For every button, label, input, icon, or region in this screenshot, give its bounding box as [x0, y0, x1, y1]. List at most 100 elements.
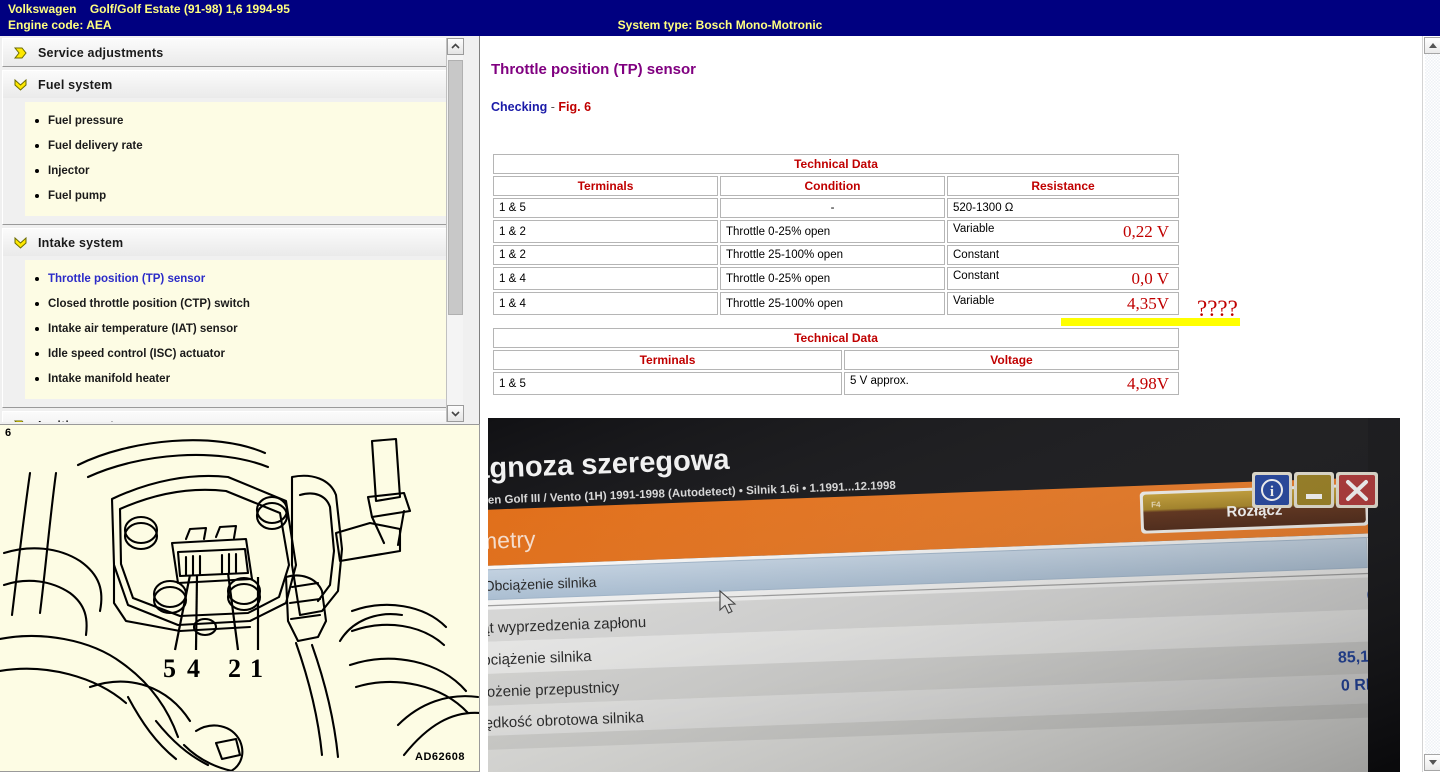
nav-group-ignition-system: Ignition system — [2, 411, 459, 422]
bullet-icon — [35, 143, 39, 148]
scroll-up-button[interactable] — [1424, 37, 1440, 54]
scroll-up-button[interactable] — [447, 38, 464, 55]
sidebar-group-children: Fuel pressure Fuel delivery rate Injecto… — [25, 102, 450, 216]
bullet-icon — [35, 301, 39, 306]
cell-voltage: 5 V approx. 4,98V — [843, 372, 1179, 395]
table-row: 1 & 5 5 V approx. 4,98V — [493, 372, 1179, 395]
cell-terminals: 1 & 4 — [493, 292, 718, 315]
cell-terminals: 1 & 4 — [493, 267, 718, 290]
photo-section-tab: metry — [488, 526, 536, 554]
navigation-panel: Service adjustments Fuel system Fuel pre… — [0, 36, 480, 424]
triangle-down-icon — [1428, 760, 1437, 765]
table-caption: Technical Data — [493, 328, 1179, 348]
figure-index-label: 6 — [5, 427, 12, 439]
cell-terminals: 1 & 2 — [493, 220, 718, 243]
sidebar-group-label: Ignition system — [38, 419, 133, 423]
cell-condition: - — [720, 198, 945, 218]
page-title: Throttle position (TP) sensor — [491, 61, 696, 78]
nav-group-intake-system: Intake system Throttle position (TP) sen… — [2, 228, 459, 408]
nav-group-fuel-system: Fuel system Fuel pressure Fuel delivery … — [2, 70, 459, 225]
application-header: Volkswagen Golf/Golf Estate (91-98) 1,6 … — [0, 0, 1440, 36]
yellow-highlight-mark — [1061, 318, 1240, 326]
cell-measured-value: 0,0 V — [1131, 269, 1169, 288]
column-header-resistance: Resistance — [947, 176, 1179, 196]
pin-label-1: 1 — [250, 654, 263, 683]
figure-link[interactable]: Fig. 6 — [558, 100, 591, 114]
sidebar-item-label: Intake manifold heater — [48, 372, 171, 385]
document-view: Throttle position (TP) sensor Checking -… — [481, 36, 1422, 772]
column-header-voltage: Voltage — [843, 350, 1179, 370]
scrollbar-thumb[interactable] — [448, 60, 463, 315]
cell-terminals: 1 & 5 — [493, 198, 718, 218]
sidebar-item-fuel-pump[interactable]: Fuel pump — [25, 183, 450, 208]
sidebar-group-service-adjustments[interactable]: Service adjustments — [3, 39, 458, 66]
pin-label-2: 2 — [228, 654, 241, 683]
vehicle-make-model: Volkswagen Golf/Golf Estate (91-98) 1,6 … — [8, 2, 290, 17]
cell-spec-value: Constant — [953, 270, 1000, 282]
technical-data-table-resistance: Technical Data Terminals Condition Resis… — [491, 152, 1181, 317]
cell-resistance: Variable 0,22 V — [947, 220, 1179, 243]
sidebar-group-fuel-system[interactable]: Fuel system — [3, 71, 458, 98]
sidebar-item-closed-throttle-position-switch[interactable]: Closed throttle position (CTP) switch — [25, 291, 450, 316]
sidebar-item-label: Idle speed control (ISC) actuator — [48, 347, 225, 360]
throttle-body-diagram: 5 4 2 1 — [0, 425, 479, 771]
cell-spec-value: 5 V approx. — [849, 375, 909, 387]
table-row: 1 & 2 Throttle 0-25% open Variable 0,22 … — [493, 220, 1179, 243]
cell-terminals: 1 & 2 — [493, 245, 718, 265]
sidebar-item-label: Closed throttle position (CTP) switch — [48, 297, 250, 310]
cell-measured-value: 0,22 V — [1123, 222, 1169, 241]
cell-spec-value: Variable — [953, 223, 995, 235]
sidebar-item-label: Intake air temperature (IAT) sensor — [48, 322, 238, 335]
table-row: 1 & 5 - 520-1300 Ω — [493, 198, 1179, 218]
sidebar-group-ignition-system[interactable]: Ignition system — [3, 412, 458, 422]
chevron-down-icon — [13, 236, 28, 250]
sidebar-scrollbar[interactable] — [446, 38, 464, 422]
sidebar-item-label: Throttle position (TP) sensor — [48, 272, 206, 285]
sidebar-item-intake-air-temperature-sensor[interactable]: Intake air temperature (IAT) sensor — [25, 316, 450, 341]
cell-measured-value: 4,98V — [1126, 374, 1169, 393]
bullet-icon — [35, 118, 39, 123]
scroll-down-button[interactable] — [447, 405, 464, 422]
sidebar-group-children: Throttle position (TP) sensor Closed thr… — [25, 260, 450, 399]
cell-condition: Throttle 25-100% open — [720, 245, 945, 265]
cell-resistance: Variable 4,35V — [947, 292, 1179, 315]
checking-link[interactable]: Checking — [491, 100, 547, 114]
left-column: Service adjustments Fuel system Fuel pre… — [0, 36, 480, 772]
bullet-icon — [35, 168, 39, 173]
scroll-down-button[interactable] — [1424, 754, 1440, 771]
sidebar-item-fuel-delivery-rate[interactable]: Fuel delivery rate — [25, 133, 450, 158]
cell-terminals: 1 & 5 — [493, 372, 842, 395]
cell-spec-value: 520-1300 Ω — [953, 202, 1014, 214]
sidebar-item-injector[interactable]: Injector — [25, 158, 450, 183]
sidebar-item-intake-manifold-heater[interactable]: Intake manifold heater — [25, 366, 450, 391]
cell-resistance: 520-1300 Ω — [947, 198, 1179, 218]
cell-condition: Throttle 0-25% open — [720, 220, 945, 243]
vehicle-make: Volkswagen — [8, 2, 77, 16]
sidebar-item-idle-speed-control-actuator[interactable]: Idle speed control (ISC) actuator — [25, 341, 450, 366]
cell-resistance: Constant 0,0 V — [947, 267, 1179, 290]
sidebar-item-throttle-position-sensor[interactable]: Throttle position (TP) sensor — [25, 266, 450, 291]
checking-breadcrumb: Checking - Fig. 6 — [491, 100, 591, 114]
sidebar-group-intake-system[interactable]: Intake system — [3, 229, 458, 256]
scrollbar-track[interactable] — [1425, 54, 1440, 754]
photo-window-buttons: i — [1252, 472, 1378, 508]
navigation-tree: Service adjustments Fuel system Fuel pre… — [2, 38, 459, 422]
table-header-row: Terminals Condition Resistance — [493, 176, 1179, 196]
technical-data-table-voltage: Technical Data Terminals Voltage 1 & 5 5… — [491, 326, 1181, 397]
table-header-row: Terminals Voltage — [493, 350, 1179, 370]
sidebar-item-label: Injector — [48, 164, 90, 177]
column-header-terminals: Terminals — [493, 176, 718, 196]
chevron-down-icon — [13, 78, 28, 92]
cell-resistance: Constant — [947, 245, 1179, 265]
cell-spec-value: Variable — [953, 295, 995, 307]
cell-condition: Throttle 25-100% open — [720, 292, 945, 315]
sidebar-item-fuel-pressure[interactable]: Fuel pressure — [25, 108, 450, 133]
table-row: 1 & 4 Throttle 0-25% open Constant 0,0 V — [493, 267, 1179, 290]
chevron-right-icon — [13, 419, 28, 422]
pin-label-4: 4 — [187, 654, 200, 683]
bullet-icon — [35, 276, 39, 281]
chevron-right-icon — [13, 46, 28, 60]
main-scrollbar[interactable] — [1422, 36, 1440, 772]
diagnostic-software-photo: agnoza szeregowa agen Golf III / Vento (… — [488, 418, 1400, 772]
sidebar-group-label: Fuel system — [38, 77, 113, 92]
